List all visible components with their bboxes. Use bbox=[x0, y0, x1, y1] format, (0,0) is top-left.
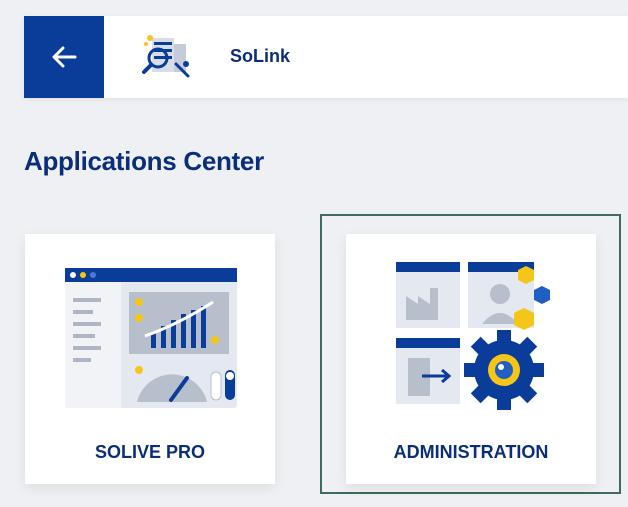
back-button[interactable] bbox=[24, 16, 104, 98]
card-label-administration: ADMINISTRATION bbox=[393, 442, 549, 462]
administration-illustration-icon bbox=[396, 262, 550, 410]
top-bar: SoLink bbox=[24, 16, 628, 98]
app-card-administration[interactable]: ADMINISTRATION bbox=[346, 234, 596, 484]
page-title: Applications Center bbox=[24, 146, 264, 176]
app-name: SoLink bbox=[230, 46, 291, 66]
app-card-solive-pro[interactable]: SOLIVE PRO bbox=[25, 234, 275, 484]
card-label-solive-pro: SOLIVE PRO bbox=[94, 442, 206, 462]
arrow-left-icon bbox=[52, 46, 77, 68]
solink-logo-icon bbox=[136, 30, 196, 84]
dashboard-illustration-icon bbox=[65, 268, 237, 408]
